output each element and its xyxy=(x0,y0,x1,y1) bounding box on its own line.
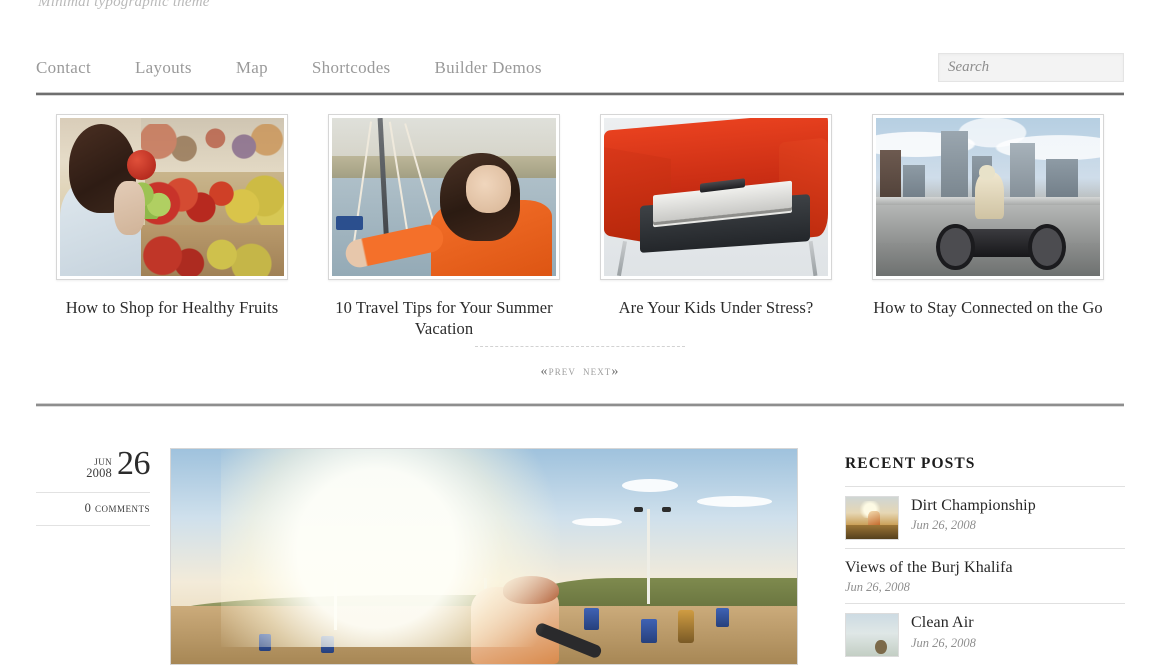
post-date: Jun 2008 26 xyxy=(36,445,151,482)
nav-item-map[interactable]: Map xyxy=(236,58,268,78)
recent-post-text: Dirt Championship Jun 26, 2008 xyxy=(911,496,1036,533)
woman-on-sailboat-photo xyxy=(332,118,556,276)
featured-item[interactable]: How to Stay Connected on the Go xyxy=(852,114,1124,339)
featured-thumbnail[interactable] xyxy=(872,114,1104,280)
recent-post-item[interactable]: Views of the Burj Khalifa Jun 26, 2008 xyxy=(845,549,1125,605)
recent-post-link[interactable]: Clean Air xyxy=(911,614,974,631)
prev-label: Prev xyxy=(548,363,576,378)
comments-count[interactable]: 0 Comments xyxy=(36,493,150,525)
recent-post-title[interactable]: Clean Air xyxy=(911,614,976,632)
red-chair-with-laptop-photo xyxy=(604,118,828,276)
site-tagline: Minimal typographic theme xyxy=(38,0,210,10)
featured-caption[interactable]: How to Stay Connected on the Go xyxy=(862,297,1114,318)
double-right-chevron-icon: » xyxy=(611,364,620,379)
recent-post-title[interactable]: Views of the Burj Khalifa xyxy=(845,559,1013,577)
post-meta: Jun 2008 26 0 Comments xyxy=(36,445,166,665)
content-divider xyxy=(36,403,1124,407)
clean-air-thumb[interactable] xyxy=(845,613,899,658)
pagination: «Prev Next» xyxy=(36,346,1124,380)
featured-caption-link[interactable]: 10 Travel Tips for Your Summer Vacation xyxy=(335,298,553,338)
post-date-month: Jun xyxy=(94,452,112,468)
featured-thumbnail[interactable] xyxy=(328,114,560,280)
recent-post-date: Jun 26, 2008 xyxy=(911,635,976,650)
nav-item-layouts[interactable]: Layouts xyxy=(135,58,192,78)
dirt-championship-thumb[interactable] xyxy=(845,496,899,540)
featured-posts-row: How to Shop for Healthy Fruits 10 Travel… xyxy=(36,114,1124,339)
recent-post-text: Views of the Burj Khalifa Jun 26, 2008 xyxy=(845,558,1013,595)
widget-title-recent-posts: Recent Posts xyxy=(845,455,976,472)
recent-post-date: Jun 26, 2008 xyxy=(845,580,910,595)
post-date-month-year: Jun 2008 xyxy=(86,454,112,480)
featured-caption[interactable]: Are Your Kids Under Stress? xyxy=(590,297,842,318)
recent-post-item[interactable]: Clean Air Jun 26, 2008 xyxy=(845,604,1125,665)
nav-item-builder-demos[interactable]: Builder Demos xyxy=(434,58,541,78)
nav-link-map[interactable]: Map xyxy=(236,58,268,77)
post-date-day: 26 xyxy=(117,445,151,482)
recent-post-text: Clean Air Jun 26, 2008 xyxy=(911,613,976,650)
featured-caption[interactable]: How to Shop for Healthy Fruits xyxy=(46,297,298,318)
featured-caption-link[interactable]: Are Your Kids Under Stress? xyxy=(619,298,814,317)
search-input[interactable] xyxy=(939,54,1123,81)
page-root: Minimal typographic theme Contact Layout… xyxy=(0,0,1160,665)
recent-post-item[interactable]: Dirt Championship Jun 26, 2008 xyxy=(845,487,1125,549)
featured-item[interactable]: How to Shop for Healthy Fruits xyxy=(36,114,308,339)
post-featured-image[interactable] xyxy=(170,448,798,665)
recent-post-date: Jun 26, 2008 xyxy=(911,518,976,533)
featured-caption-link[interactable]: How to Stay Connected on the Go xyxy=(873,298,1102,317)
meta-divider-bottom xyxy=(36,525,150,527)
post-date-year: 2008 xyxy=(86,465,112,480)
header-divider xyxy=(36,92,1124,96)
featured-item[interactable]: Are Your Kids Under Stress? xyxy=(580,114,852,339)
recent-post-title[interactable]: Dirt Championship xyxy=(911,497,1036,515)
next-page-link[interactable]: Next» xyxy=(583,363,620,379)
sidebar: Recent Posts Dirt Championship Jun 26, 2… xyxy=(845,455,1125,665)
nav-item-shortcodes[interactable]: Shortcodes xyxy=(312,58,391,78)
nav-link-builder-demos[interactable]: Builder Demos xyxy=(434,58,541,77)
recent-post-link[interactable]: Views of the Burj Khalifa xyxy=(845,559,1013,576)
recent-post-link[interactable]: Dirt Championship xyxy=(911,497,1036,514)
motocross-rider-sunset-photo xyxy=(171,449,797,664)
featured-thumbnail[interactable] xyxy=(600,114,832,280)
woman-shopping-fruit-photo xyxy=(60,118,284,276)
nav-item-contact[interactable]: Contact xyxy=(36,58,91,78)
featured-caption-link[interactable]: How to Shop for Healthy Fruits xyxy=(66,298,278,317)
featured-item[interactable]: 10 Travel Tips for Your Summer Vacation xyxy=(308,114,580,339)
search-box[interactable] xyxy=(938,53,1124,82)
featured-caption[interactable]: 10 Travel Tips for Your Summer Vacation xyxy=(318,297,570,339)
featured-thumbnail[interactable] xyxy=(56,114,288,280)
post-body xyxy=(170,448,830,665)
pagination-divider xyxy=(475,346,685,347)
pagination-links: «Prev Next» xyxy=(36,363,1124,380)
nav-link-contact[interactable]: Contact xyxy=(36,58,91,77)
next-label: Next xyxy=(583,363,612,378)
nav-link-layouts[interactable]: Layouts xyxy=(135,58,192,77)
double-left-chevron-icon: « xyxy=(540,364,549,379)
nav-link-shortcodes[interactable]: Shortcodes xyxy=(312,58,391,77)
prev-page-link[interactable]: «Prev xyxy=(540,363,576,379)
motorcycle-city-skyline-photo xyxy=(876,118,1100,276)
